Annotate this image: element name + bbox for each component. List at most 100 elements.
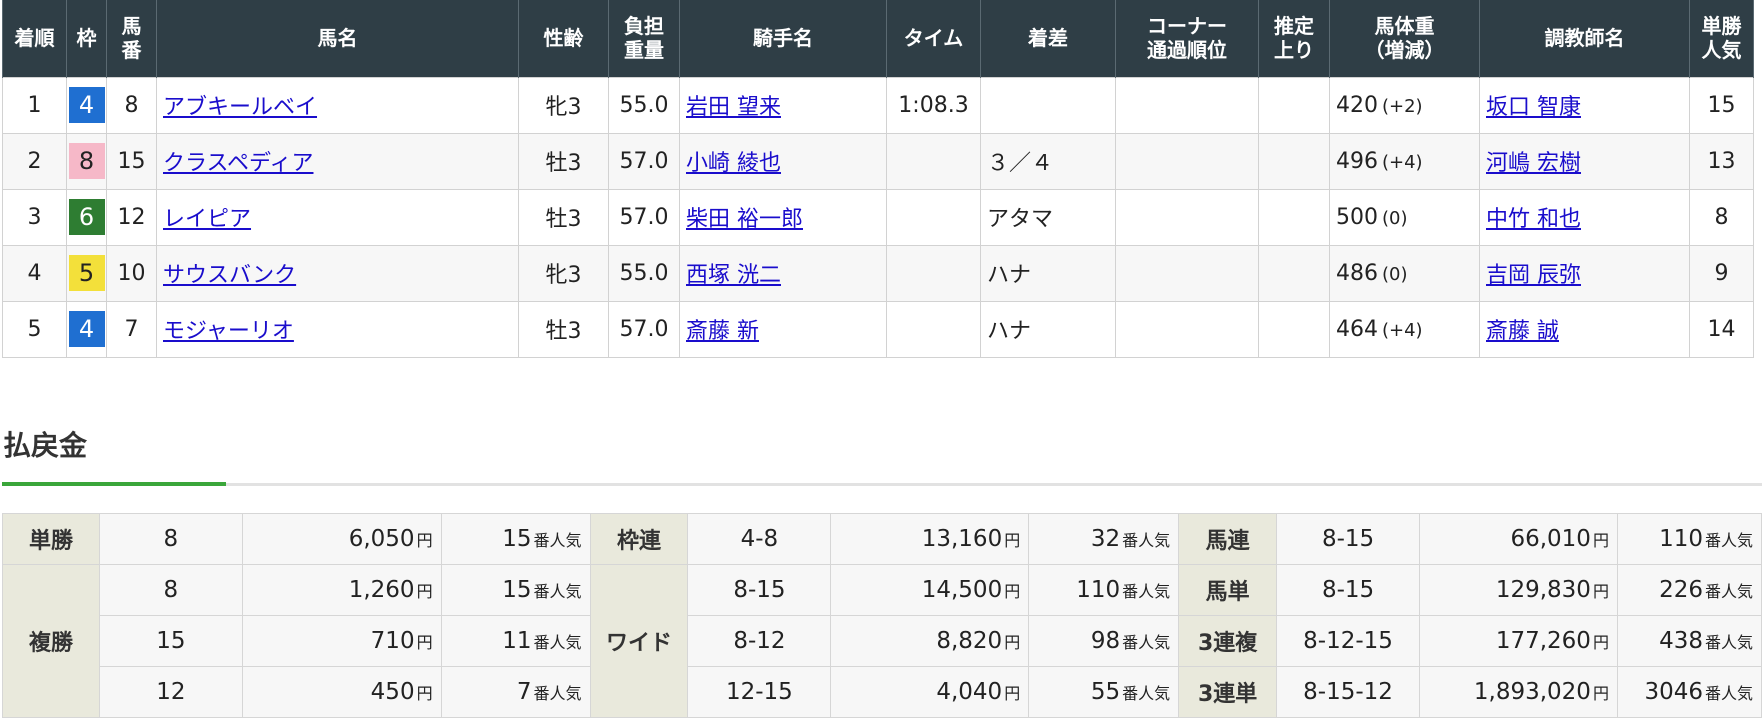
trainer-link[interactable]: 斎藤 誠 [1486,319,1559,344]
carried-weight: 57.0 [619,204,669,230]
col-header-2: 馬番 [106,0,157,77]
bet-type-label: 馬連 [1178,513,1278,565]
jockey-link[interactable]: 斎藤 新 [686,319,759,344]
time-cell: 1:08.3 [886,76,981,134]
corner-cell [1115,76,1259,134]
col-header-line1: 枠 [76,26,97,51]
yen-suffix: 円 [1004,684,1021,703]
payout-popularity-cell: 32 番人気 [1028,513,1180,565]
bet-type-label: 複勝 [2,564,100,718]
yen-suffix: 円 [1592,582,1609,601]
weight-cell: 55.0 [608,244,680,302]
body-weight-cell: 496 (+4) [1329,132,1480,190]
col-header-13: 単勝 人気 [1689,0,1754,77]
col-header-line1: 馬 [121,14,142,39]
payout-popularity-cell: 226 番人気 [1616,564,1762,616]
payout-amount: 14,500 [921,577,1003,603]
bet-type-label: 3連単 [1178,666,1278,718]
trainer-link[interactable]: 河嶋 宏樹 [1486,151,1581,176]
body-weight-diff: (0) [1382,263,1408,285]
carried-weight: 55.0 [619,92,669,118]
sexage-cell: 牝3 [518,244,609,302]
time-cell [886,300,981,358]
horse-name-link[interactable]: クラスペディア [163,151,313,176]
jockey-link[interactable]: 小崎 綾也 [686,151,781,176]
col-header-line1: 推定 [1274,14,1314,39]
corner-cell [1115,244,1259,302]
trainer-link[interactable]: 吉岡 辰弥 [1486,263,1581,288]
sex-age: 牡3 [545,151,582,176]
finish-rank: 5 [27,316,42,342]
payout-title-divider [2,483,1762,486]
carried-weight: 55.0 [619,260,669,286]
ninki-suffix: 番人気 [1704,684,1753,703]
col-header-10: 推定 上り [1258,0,1330,77]
horse-name-link[interactable]: モジャーリオ [163,319,294,344]
ninki-suffix: 番人気 [533,633,582,652]
trainer-link[interactable]: 中竹 和也 [1486,207,1581,232]
payout-popularity: 32 [1090,526,1121,552]
combination: 8 [163,577,179,603]
last-cell [1258,300,1330,358]
horse-name-link[interactable]: レイピア [163,207,251,232]
payout-popularity: 7 [516,679,532,705]
payout-amount-cell: 1,893,020 円 [1419,666,1618,718]
body-weight: 500 [1336,204,1378,230]
col-header-line1: 負担 [624,14,664,39]
payout-popularity-cell: 98 番人気 [1028,615,1180,667]
yen-suffix: 円 [416,633,433,652]
result-row: 5 4 7 モジャーリオ 牡3 57.0 斎藤 新ハナ 464 (+4) 斎藤 誠 14 [2,300,1754,358]
combination: 8-15 [1321,577,1375,603]
horse-name-link[interactable]: サウスバンク [163,263,296,288]
horse-name-link[interactable]: アブキールベイ [163,95,317,120]
yen-suffix: 円 [416,582,433,601]
body-weight: 420 [1336,92,1378,118]
col-header-line2: 重量 [624,38,664,63]
col-header-line1: 調教師名 [1544,26,1625,51]
horse-name-cell: モジャーリオ [156,300,519,358]
combination-cell: 15 [98,615,243,667]
body-weight-diff: (+2) [1382,95,1423,117]
combination-cell: 12-15 [687,666,832,718]
payout-amount-cell: 13,160 円 [830,513,1030,565]
col-header-line1: 単勝 [1701,14,1742,39]
payout-popularity-cell: 55 番人気 [1028,666,1180,718]
payout-body: 単勝 8 6,050 円 15 番人気 枠連 4-8 13,160 円 32 番人気 馬連 8-15 66,… [2,513,1762,718]
umaban-cell: 7 [106,300,157,358]
corner-cell [1115,188,1259,246]
combination-cell: 8-12 [687,615,832,667]
jockey-link[interactable]: 柴田 裕一郎 [686,207,803,232]
margin-cell: ３／４ [980,132,1116,190]
payout-amount: 4,040 [936,679,1003,705]
combination-cell: 12 [98,666,243,718]
payout-amount-cell: 710 円 [241,615,442,667]
result-row: 4 5 10 サウスバンク 牝3 55.0 西塚 洸二 ハナ 486 (0) 吉岡 辰弥 9 [2,244,1754,302]
payout-amount: 8,820 [936,628,1003,654]
ninki-suffix: 番人気 [1122,633,1171,652]
waku-badge: 4 [68,311,105,347]
horse-name-cell: アブキールベイ [156,76,519,134]
payout-amount: 710 [370,628,415,654]
waku-badge: 5 [68,255,105,291]
finish-margin: ハナ [987,263,1032,288]
payout-popularity-cell: 438 番人気 [1616,615,1762,667]
weight-cell: 55.0 [608,76,680,134]
payout-amount-cell: 14,500 円 [830,564,1030,616]
win-popularity: 8 [1714,204,1729,230]
waku-cell: 5 [66,244,107,302]
col-header-0: 着順 [2,0,67,77]
umaban-cell: 12 [106,188,157,246]
body-weight-cell: 500 (0) [1329,188,1480,246]
payout-row: 12 450 円 7 番人気 12-15 4,040 円 55 番人気 3連単 8-15-12 1,89… [3,666,1762,718]
rank-cell: 4 [2,244,67,302]
yen-suffix: 円 [1592,684,1609,703]
payout-row: 複勝 8 1,260 円 15 番人気 ワイド 8-15 14,500 円 110 番人気 馬単 8-15… [2,564,1762,718]
trainer-link[interactable]: 坂口 智康 [1486,95,1581,120]
horse-name-cell: レイピア [156,188,519,246]
sexage-cell: 牝3 [518,76,609,134]
jockey-link[interactable]: 岩田 望来 [686,95,781,120]
time-cell [886,132,981,190]
jockey-link[interactable]: 西塚 洸二 [686,263,781,288]
payout-popularity-cell: 110 番人気 [1028,564,1180,616]
rank-cell: 3 [2,188,67,246]
